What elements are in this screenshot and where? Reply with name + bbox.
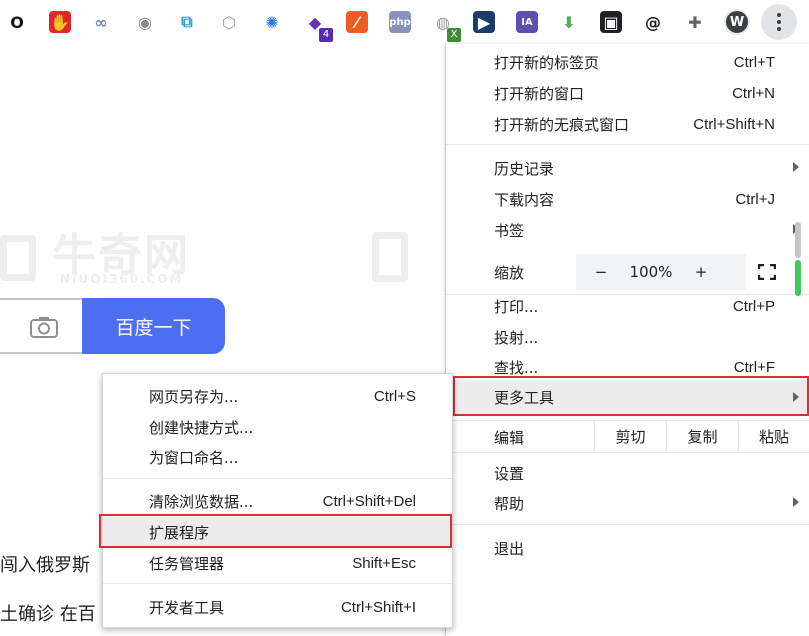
menu-scrollbar[interactable] bbox=[795, 222, 801, 296]
cut-button[interactable]: 剪切 bbox=[594, 420, 666, 452]
opera-icon-glyph: O bbox=[6, 11, 28, 33]
more-tools-submenu: 网页另存为... Ctrl+S 创建快捷方式... 为窗口命名... 清除浏览数据… bbox=[102, 373, 453, 628]
tab-icon[interactable]: ▣ bbox=[598, 9, 624, 35]
menu-separator bbox=[446, 144, 809, 145]
submenu-separator bbox=[103, 478, 452, 479]
menu-kebab-icon[interactable] bbox=[761, 4, 797, 40]
tab-icon-glyph: ▣ bbox=[600, 11, 622, 33]
highlight-box-extensions bbox=[99, 514, 452, 548]
opera-icon[interactable]: O bbox=[4, 9, 30, 35]
menu-item-new-window[interactable]: 打开新的窗口 Ctrl+N bbox=[446, 78, 809, 108]
globe-icon-glyph: ✺ bbox=[261, 11, 283, 33]
spiral-icon-glyph: @ bbox=[642, 11, 664, 33]
extension-badge: 4 bbox=[319, 28, 333, 42]
menu-separator bbox=[446, 452, 809, 453]
watermark-logo-2 bbox=[372, 232, 408, 293]
submenu-arrow-icon bbox=[793, 497, 799, 507]
menu-item-cast[interactable]: 投射... bbox=[446, 322, 809, 352]
menu-item-settings[interactable]: 设置 bbox=[446, 458, 809, 488]
news-line-1[interactable]: 闯入俄罗斯 bbox=[0, 551, 90, 577]
scrollbar-indicator bbox=[795, 260, 801, 296]
menu-item-exit[interactable]: 退出 bbox=[446, 533, 809, 563]
submenu-arrow-icon bbox=[793, 162, 799, 172]
zoom-out-button[interactable]: − bbox=[576, 263, 626, 281]
search-box[interactable] bbox=[0, 298, 82, 354]
layers-icon[interactable]: ◆ 4 bbox=[302, 9, 333, 42]
news-line-2[interactable]: 土确诊 在百 bbox=[0, 600, 96, 626]
hexagon-icon[interactable]: ⬡ bbox=[216, 9, 242, 35]
baidu-search-button[interactable]: 百度一下 bbox=[82, 298, 225, 354]
camera-icon[interactable] bbox=[30, 316, 58, 338]
zoom-in-button[interactable]: + bbox=[676, 263, 726, 281]
menu-separator bbox=[446, 524, 809, 525]
link-icon-glyph: ∞ bbox=[90, 11, 112, 33]
adblock-icon[interactable]: ✋ bbox=[47, 9, 73, 35]
browser-toolbar: O ✋ ∞ ◉ ⧉ ⬡ ✺ ◆ 4 ⁄ php ◍ X ▶ IA ⬇ ▣ @ ✚ W bbox=[0, 0, 809, 44]
submenu-item-task-manager[interactable]: 任务管理器 Shift+Esc bbox=[103, 548, 452, 578]
menu-item-bookmarks[interactable]: 书签 bbox=[446, 215, 809, 245]
globe-icon[interactable]: ✺ bbox=[259, 9, 285, 35]
avatar-letter: W bbox=[729, 14, 745, 30]
fullscreen-icon[interactable] bbox=[758, 264, 776, 280]
screen-capture-icon-glyph: ⧉ bbox=[176, 11, 198, 33]
hexagon-icon-glyph: ⬡ bbox=[218, 11, 240, 33]
ia-icon[interactable]: IA bbox=[514, 9, 540, 35]
ia-icon-glyph: IA bbox=[516, 11, 538, 33]
menu-item-help[interactable]: 帮助 bbox=[446, 488, 809, 518]
submenu-item-name-window[interactable]: 为窗口命名... bbox=[103, 442, 452, 472]
puzzle-icon[interactable]: ✚ bbox=[682, 9, 708, 35]
download-arrow-icon[interactable]: ⬇ bbox=[556, 9, 582, 35]
php-icon[interactable]: php bbox=[387, 9, 413, 35]
video-icon-glyph: ▶ bbox=[473, 11, 495, 33]
tampermonkey-icon[interactable]: ⁄ bbox=[344, 9, 370, 35]
screen-capture-icon[interactable]: ⧉ bbox=[174, 9, 200, 35]
zoom-control: − 100% + bbox=[576, 254, 746, 290]
watermark-sub: NIUQI360.COM bbox=[60, 272, 184, 286]
submenu-item-clear-data[interactable]: 清除浏览数据... Ctrl+Shift+Del bbox=[103, 486, 452, 516]
video-icon[interactable]: ▶ bbox=[471, 9, 497, 35]
edit-row: 编辑 剪切 复制 粘贴 bbox=[446, 420, 809, 452]
submenu-separator bbox=[103, 583, 452, 584]
extension-badge: X bbox=[447, 28, 461, 42]
adblock-icon-glyph: ✋ bbox=[49, 11, 71, 33]
zoom-level: 100% bbox=[629, 263, 673, 281]
spiral-icon[interactable]: @ bbox=[640, 9, 666, 35]
camera-icon-glyph: ◉ bbox=[134, 11, 156, 33]
camera-icon[interactable]: ◉ bbox=[132, 9, 158, 35]
menu-item-downloads[interactable]: 下载内容 Ctrl+J bbox=[446, 184, 809, 214]
submenu-item-create-shortcut[interactable]: 创建快捷方式... bbox=[103, 412, 452, 442]
edit-label: 编辑 bbox=[494, 429, 525, 447]
submenu-item-devtools[interactable]: 开发者工具 Ctrl+Shift+I bbox=[103, 592, 452, 622]
scrollbar-thumb[interactable] bbox=[795, 222, 801, 258]
profile-avatar[interactable]: W bbox=[724, 9, 750, 35]
tampermonkey-icon-glyph: ⁄ bbox=[346, 11, 368, 33]
menu-item-history[interactable]: 历史记录 bbox=[446, 153, 809, 183]
submenu-item-save-page[interactable]: 网页另存为... Ctrl+S bbox=[103, 381, 452, 411]
zoom-row: 缩放 − 100% + bbox=[446, 254, 809, 290]
link-icon[interactable]: ∞ bbox=[88, 9, 114, 35]
puzzle-icon-glyph: ✚ bbox=[684, 11, 706, 33]
php-icon-glyph: php bbox=[389, 11, 411, 33]
world-icon[interactable]: ◍ X bbox=[430, 9, 461, 42]
chrome-main-menu: 打开新的标签页 Ctrl+T 打开新的窗口 Ctrl+N 打开新的无痕式窗口 Ctrl… bbox=[446, 44, 809, 636]
download-arrow-icon-glyph: ⬇ bbox=[558, 11, 580, 33]
zoom-label: 缩放 bbox=[494, 264, 525, 282]
menu-item-print[interactable]: 打印... Ctrl+P bbox=[446, 291, 809, 321]
menu-item-incognito[interactable]: 打开新的无痕式窗口 Ctrl+Shift+N bbox=[446, 109, 809, 139]
copy-button[interactable]: 复制 bbox=[666, 420, 738, 452]
highlight-box-more-tools bbox=[453, 376, 809, 416]
paste-button[interactable]: 粘贴 bbox=[738, 420, 809, 452]
menu-item-new-tab[interactable]: 打开新的标签页 Ctrl+T bbox=[446, 47, 809, 77]
